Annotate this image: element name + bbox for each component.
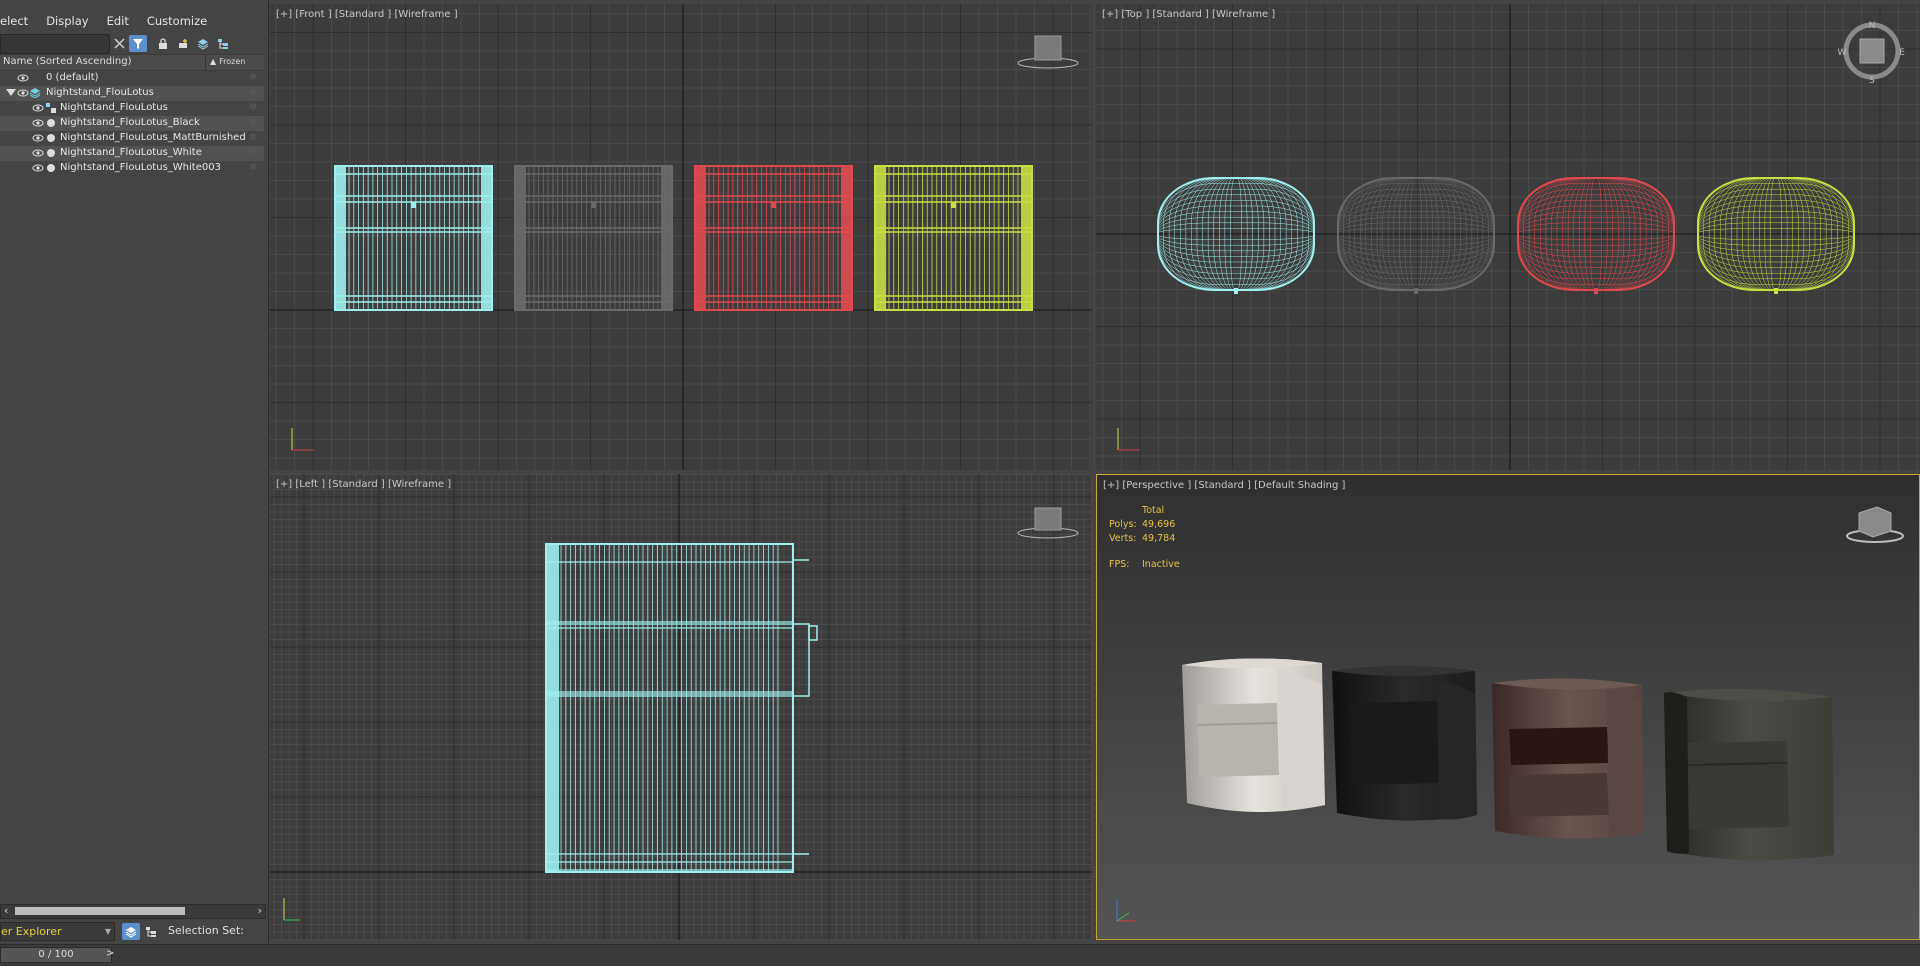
layers-icon[interactable] [194,35,212,52]
list-item-label: Nightstand_FlouLotus_MattBurnished [60,132,246,143]
explorer-type-dropdown[interactable]: er Explorer ▼ [0,922,115,941]
eye-icon[interactable] [17,72,29,84]
object-icon [47,119,55,127]
hierarchy-icon[interactable] [214,35,232,52]
list-item[interactable]: Nightstand_FlouLotus_MattBurnished ✻ [0,131,264,146]
viewport-label[interactable]: [+] [Perspective ] [Standard ] [Default … [1103,480,1345,491]
column-divider[interactable] [205,55,206,70]
list-item[interactable]: 0 (default) ✻ [0,71,264,86]
viewport-front[interactable]: [+] [Front ] [Standard ] [Wireframe ] [270,4,1092,470]
eye-icon[interactable] [32,132,44,144]
snowflake-icon[interactable]: ✻ [249,117,257,128]
black-nightstand [1332,666,1477,821]
top-wireframe-canvas: N S E W [1096,4,1920,470]
eye-icon[interactable] [32,117,44,129]
stats-verts-label: Verts: [1109,533,1137,544]
eye-icon[interactable] [32,102,44,114]
object-icon [47,134,55,142]
eye-icon[interactable] [32,162,44,174]
explorer-menubar: elect Display Edit Customize [0,11,268,31]
stats-fps-value: Inactive [1142,559,1180,570]
snowflake-icon[interactable]: ✻ [249,102,257,113]
list-item-label: Nightstand_FlouLotus [46,87,154,98]
lock-icon[interactable] [154,35,172,52]
filter-icon[interactable] [129,35,147,52]
chevron-down-icon: ▼ [104,927,111,936]
layers-icon[interactable] [122,923,140,940]
menu-select[interactable]: elect [0,14,37,28]
frozen-column-header[interactable]: ▲ Frozen [210,56,248,67]
list-item-label: Nightstand_FlouLotus [60,102,168,113]
stats-polys-value: 49,696 [1142,519,1176,530]
brown-nightstand [1492,678,1644,839]
left-wireframe-canvas [270,474,1092,940]
expand-triangle-icon[interactable] [6,89,16,96]
explorer-toolbar [0,32,268,54]
scene-explorer-panel: elect Display Edit Customize Name (Sorte… [0,0,269,965]
viewport-label[interactable]: [+] [Top ] [Standard ] [Wireframe ] [1102,9,1275,20]
compass-south: S [1869,76,1875,86]
olive-nightstand [1664,688,1834,861]
list-item[interactable]: Nightstand_FlouLotus_White003 ✻ [0,161,264,176]
viewport-label[interactable]: [+] [Front ] [Standard ] [Wireframe ] [276,9,458,20]
time-slider[interactable]: 0 / 100 [0,947,112,963]
compass-east: E [1899,48,1905,58]
sort-arrow-icon: ▲ [210,57,217,66]
compass-north: N [1869,21,1876,31]
next-frame-button[interactable]: > [106,947,116,961]
object-icon [47,149,55,157]
list-item[interactable]: Nightstand_FlouLotus ✻ [0,86,264,101]
snowflake-icon[interactable]: ✻ [249,72,257,83]
viewport-top[interactable]: N S E W [+] [Top ] [Standard ] [Wirefram… [1096,4,1920,470]
horizontal-scrollbar[interactable]: ‹ › [0,904,266,919]
list-item[interactable]: Nightstand_FlouLotus ✻ [0,101,264,116]
eye-icon[interactable] [32,147,44,159]
explorer-footer: er Explorer ▼ Selection Set: [0,920,268,942]
snowflake-icon[interactable]: ✻ [249,87,257,98]
object-icon [47,164,55,172]
layers-icon [30,88,40,98]
menu-customize[interactable]: Customize [138,14,216,28]
perspective-canvas [1097,475,1919,939]
snowflake-icon[interactable]: ✻ [249,132,257,143]
viewport-perspective[interactable]: [+] [Perspective ] [Standard ] [Default … [1096,474,1920,940]
close-icon[interactable] [110,35,128,52]
snowflake-icon[interactable]: ✻ [249,147,257,158]
list-item-label: 0 (default) [46,72,99,83]
white-nightstand [1182,658,1325,813]
stats-fps-label: FPS: [1109,559,1130,570]
list-item[interactable]: Nightstand_FlouLotus_White ✻ [0,146,264,161]
menu-edit[interactable]: Edit [98,14,138,28]
menu-display[interactable]: Display [37,14,97,28]
viewport-left[interactable]: [+] [Left ] [Standard ] [Wireframe ] [270,474,1092,940]
scroll-right-icon[interactable]: › [258,904,262,917]
front-wireframe-canvas [270,4,1092,470]
list-item-label: Nightstand_FlouLotus_Black [60,117,200,128]
stats-total-label: Total [1142,505,1165,516]
time-slider-bar: 0 / 100 > [0,944,1920,966]
search-input[interactable] [0,34,110,54]
group-icon [46,103,56,113]
name-column-header[interactable]: Name (Sorted Ascending) [3,56,132,67]
list-item-label: Nightstand_FlouLotus_White [60,147,202,158]
viewport-label[interactable]: [+] [Left ] [Standard ] [Wireframe ] [276,479,451,490]
stats-polys-label: Polys: [1109,519,1137,530]
selection-set-label: Selection Set: [168,924,244,937]
explorer-tree: 0 (default) ✻ Nightstand_FlouLotus ✻ Nig… [0,71,264,176]
compass-west: W [1838,48,1847,58]
stats-verts-value: 49,784 [1142,533,1176,544]
list-item[interactable]: Nightstand_FlouLotus_Black ✻ [0,116,264,131]
hierarchy-icon[interactable] [142,923,160,940]
scrollbar-thumb[interactable] [15,907,185,915]
add-layer-icon[interactable] [174,35,192,52]
scroll-left-icon[interactable]: ‹ [4,904,8,917]
snowflake-icon[interactable]: ✻ [249,162,257,173]
list-item-label: Nightstand_FlouLotus_White003 [60,162,221,173]
explorer-column-header[interactable]: Name (Sorted Ascending) ▲ Frozen [0,54,264,71]
eye-icon[interactable] [17,87,29,99]
